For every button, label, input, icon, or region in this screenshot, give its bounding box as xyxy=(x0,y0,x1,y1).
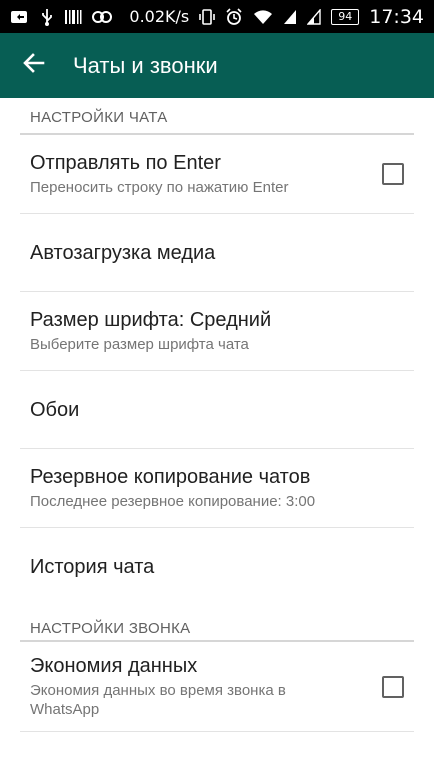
bluetooth-share-icon xyxy=(10,9,30,25)
alarm-icon xyxy=(225,7,243,26)
status-bar: 0.02K/s 94 17:34 xyxy=(0,0,434,33)
pref-texts: Резервное копирование чатов Последнее ре… xyxy=(30,465,404,511)
pref-wallpaper[interactable]: Обои xyxy=(20,371,414,449)
vibrate-icon xyxy=(199,8,216,26)
app-bar: Чаты и звонки xyxy=(0,33,434,98)
low-data-usage-checkbox[interactable] xyxy=(382,675,404,698)
pref-texts: Автозагрузка медиа xyxy=(30,241,404,265)
pref-title: Резервное копирование чатов xyxy=(30,466,311,488)
pref-chat-backup[interactable]: Резервное копирование чатов Последнее ре… xyxy=(20,449,414,528)
pref-send-by-enter[interactable]: Отправлять по Enter Переносить строку по… xyxy=(20,135,414,214)
clock: 17:34 xyxy=(369,5,424,28)
signal-2-icon xyxy=(307,8,321,25)
pref-title: Отправлять по Enter xyxy=(30,152,221,174)
pref-title: Автозагрузка медиа xyxy=(30,241,216,264)
send-by-enter-checkbox[interactable] xyxy=(382,163,404,185)
pref-title: Экономия данных xyxy=(30,655,198,677)
pref-title: Размер шрифта: Средний xyxy=(30,309,272,331)
pref-font-size[interactable]: Размер шрифта: Средний Выберите размер ш… xyxy=(20,292,414,371)
pref-summary: Экономия данных во время звонка в WhatsA… xyxy=(30,682,286,718)
pref-texts: Размер шрифта: Средний Выберите размер ш… xyxy=(30,308,404,354)
section-header-chat: НАСТРОЙКИ ЧАТА xyxy=(20,98,414,135)
pref-low-data-usage[interactable]: Экономия данных Экономия данных во время… xyxy=(20,642,414,732)
pref-texts: Отправлять по Enter Переносить строку по… xyxy=(30,151,382,197)
pref-summary: Последнее резервное копирование: 3:00 xyxy=(30,493,316,510)
pref-texts: Обои xyxy=(30,398,404,422)
network-speed: 0.02K/s xyxy=(129,7,190,26)
pref-summary: Выберите размер шрифта чата xyxy=(30,336,249,353)
pref-summary: Переносить строку по нажатию Enter xyxy=(30,179,289,196)
arrow-left-icon xyxy=(23,52,45,79)
back-button[interactable] xyxy=(4,33,64,98)
pref-title: Обои xyxy=(30,398,80,421)
section-header-call: НАСТРОЙКИ ЗВОНКА xyxy=(20,606,414,642)
pref-texts: Экономия данных Экономия данных во время… xyxy=(30,654,382,719)
pref-media-autodownload[interactable]: Автозагрузка медиа xyxy=(20,214,414,292)
status-bar-left xyxy=(10,8,112,26)
pref-chat-history[interactable]: История чата xyxy=(20,528,414,606)
status-bar-right: 0.02K/s 94 17:34 xyxy=(129,6,424,28)
barcode-icon xyxy=(64,9,82,25)
wifi-icon xyxy=(253,9,273,25)
signal-icon xyxy=(283,9,297,25)
usb-icon xyxy=(40,8,54,26)
page-title: Чаты и звонки xyxy=(73,52,218,78)
pref-texts: История чата xyxy=(30,555,404,579)
battery-indicator: 94 xyxy=(331,8,360,25)
pref-title: История чата xyxy=(30,556,155,578)
game-icon xyxy=(92,9,112,25)
